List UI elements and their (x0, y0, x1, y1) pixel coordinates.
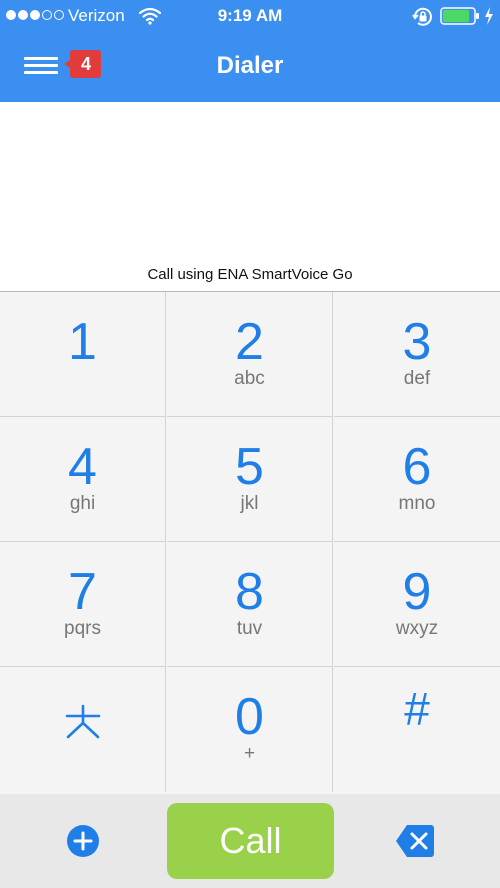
key-digit: 0 (235, 688, 264, 746)
asterisk-icon (65, 704, 101, 739)
call-using-label: Call using ENA SmartVoice Go (147, 266, 353, 283)
key-star[interactable] (0, 667, 166, 792)
key-digit: # (404, 683, 430, 735)
key-2[interactable]: 2 abc (167, 292, 333, 417)
key-hash[interactable]: # (334, 667, 500, 792)
key-1[interactable]: 1 (0, 292, 166, 417)
key-digit: 7 (68, 563, 97, 621)
key-letters: def (403, 368, 431, 389)
key-letters: tuv (236, 618, 263, 639)
key-5[interactable]: 5 jkl (167, 417, 333, 542)
key-digit: 3 (402, 313, 432, 371)
dialed-number-field[interactable] (20, 152, 480, 212)
status-bar: Verizon 9:19 AM (0, 0, 500, 34)
key-letters: + (243, 743, 256, 764)
key-letters: pqrs (64, 618, 101, 639)
charging-bolt-icon (485, 7, 493, 25)
key-digit: 5 (235, 438, 264, 496)
action-bar: Call (0, 794, 500, 888)
key-letters: ghi (69, 493, 96, 514)
add-contact-icon[interactable] (66, 824, 100, 858)
key-9[interactable]: 9 wxyz (334, 542, 500, 667)
page-title: Dialer (216, 52, 284, 79)
key-digit: 4 (68, 438, 97, 496)
key-7[interactable]: 7 pqrs (0, 542, 166, 667)
key-6[interactable]: 6 mno (334, 417, 500, 542)
key-letters: jkl (240, 493, 259, 514)
key-digit: 6 (402, 438, 432, 496)
battery-icon (440, 7, 479, 25)
backspace-icon[interactable] (395, 823, 435, 859)
call-button[interactable]: Call (167, 803, 334, 879)
key-digit: 9 (402, 563, 432, 621)
key-letters: abc (234, 368, 265, 389)
key-digit: 2 (235, 313, 264, 371)
key-3[interactable]: 3 def (334, 292, 500, 417)
key-digit: 1 (68, 313, 97, 371)
key-0[interactable]: 0 + (167, 667, 333, 792)
key-letters: mno (398, 493, 436, 514)
key-4[interactable]: 4 ghi (0, 417, 166, 542)
number-display-area: Call using ENA SmartVoice Go (0, 102, 500, 292)
key-letters: wxyz (395, 618, 439, 639)
rotation-lock-icon (412, 7, 432, 26)
app-header: Verizon 9:19 AM 4 Dialer (0, 0, 500, 102)
dial-keypad: 1 2 abc 3 def 4 ghi 5 jkl 6 mno 7 pqrs 8… (0, 291, 500, 794)
key-digit: 8 (235, 563, 264, 621)
key-8[interactable]: 8 tuv (167, 542, 333, 667)
